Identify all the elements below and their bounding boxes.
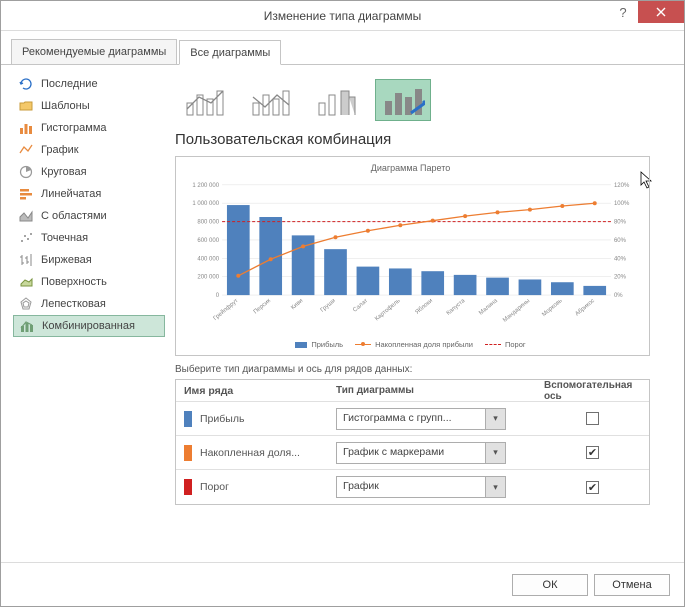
series-type-select[interactable]: График ▾ [336, 476, 506, 498]
svg-text:Грейпфрут: Грейпфрут [212, 297, 240, 322]
area-icon [19, 209, 33, 223]
scatter-icon [19, 231, 33, 245]
sidebar-item-bar[interactable]: Линейчатая [13, 183, 165, 205]
line-icon [19, 143, 33, 157]
chart-preview: Диаграмма Парето 0 200 000 400 000 600 000 8… [175, 156, 650, 356]
svg-text:Мандарины: Мандарины [502, 298, 531, 324]
plot-area: 0 200 000 400 000 600 000 800 000 1 000 000 1 … [180, 175, 641, 333]
series-swatch [184, 445, 192, 461]
sidebar-item-radar[interactable]: Лепестковая [13, 293, 165, 315]
tab-recommended[interactable]: Рекомендуемые диаграммы [11, 39, 177, 64]
svg-text:0%: 0% [614, 293, 623, 299]
svg-text:Киви: Киви [290, 298, 304, 311]
svg-text:200 000: 200 000 [197, 275, 219, 281]
chart-legend: Прибыль Накопленная доля прибыли Порог [180, 340, 641, 349]
dialog-footer: ОК Отмена [1, 562, 684, 606]
subtype-2[interactable] [243, 79, 299, 121]
chart-title: Диаграмма Парето [180, 163, 641, 173]
sidebar-item-pie[interactable]: Круговая [13, 161, 165, 183]
svg-text:Малина: Малина [478, 298, 499, 317]
series-swatch [184, 411, 192, 427]
header-type: Тип диаграммы [336, 385, 536, 396]
svg-text:60%: 60% [614, 238, 627, 244]
subtype-row [175, 73, 672, 129]
surface-icon [19, 275, 33, 289]
svg-text:Морковь: Морковь [541, 298, 563, 318]
folder-icon [19, 99, 33, 113]
svg-text:1 200 000: 1 200 000 [192, 183, 219, 189]
sidebar-item-column[interactable]: Гистограмма [13, 117, 165, 139]
svg-text:600 000: 600 000 [197, 238, 219, 244]
chart-category-sidebar: Последние Шаблоны Гистограмма График Кру… [13, 73, 165, 562]
series-row: Накопленная доля... График с маркерами ▾… [176, 436, 649, 470]
svg-text:Абрикос: Абрикос [574, 298, 596, 317]
recent-icon [19, 77, 33, 91]
sidebar-item-stock[interactable]: Биржевая [13, 249, 165, 271]
series-type-select[interactable]: График с маркерами ▾ [336, 442, 506, 464]
svg-text:40%: 40% [614, 256, 627, 262]
tab-strip: Рекомендуемые диаграммы Все диаграммы [1, 31, 684, 65]
svg-text:1 000 000: 1 000 000 [192, 201, 219, 207]
svg-text:Капуста: Капуста [446, 298, 467, 317]
subtype-custom[interactable] [375, 79, 431, 121]
sidebar-item-combo[interactable]: Комбинированная [13, 315, 165, 337]
svg-text:0: 0 [216, 293, 220, 299]
svg-text:20%: 20% [614, 275, 627, 281]
aux-axis-checkbox[interactable]: ✔ [586, 481, 599, 494]
column-icon [19, 121, 33, 135]
svg-text:Персик: Персик [253, 298, 272, 316]
series-swatch [184, 479, 192, 495]
svg-text:120%: 120% [614, 183, 630, 189]
subtype-1[interactable] [177, 79, 233, 121]
header-aux: Вспомогательная ось [536, 380, 649, 402]
chevron-down-icon[interactable]: ▾ [485, 477, 505, 497]
sidebar-item-line[interactable]: График [13, 139, 165, 161]
svg-text:80%: 80% [614, 220, 627, 226]
series-row: Порог График ▾ ✔ [176, 470, 649, 504]
window-title: Изменение типа диаграммы [1, 9, 684, 23]
series-name: Прибыль [176, 411, 336, 427]
sidebar-item-surface[interactable]: Поверхность [13, 271, 165, 293]
stock-icon [19, 253, 33, 267]
cancel-button[interactable]: Отмена [594, 574, 670, 596]
sidebar-item-area[interactable]: С областями [13, 205, 165, 227]
pie-icon [19, 165, 33, 179]
combo-icon [20, 319, 34, 333]
aux-axis-checkbox[interactable] [586, 412, 599, 425]
svg-text:Яблоки: Яблоки [415, 298, 434, 316]
svg-text:Картофель: Картофель [374, 298, 401, 322]
svg-text:100%: 100% [614, 201, 630, 207]
series-grid: Имя ряда Тип диаграммы Вспомогательная о… [175, 379, 650, 505]
sidebar-item-recent[interactable]: Последние [13, 73, 165, 95]
sidebar-item-templates[interactable]: Шаблоны [13, 95, 165, 117]
aux-axis-checkbox[interactable]: ✔ [586, 446, 599, 459]
chevron-down-icon[interactable]: ▾ [485, 409, 505, 429]
svg-text:Салат: Салат [352, 298, 369, 314]
bar-icon [19, 187, 33, 201]
sidebar-item-scatter[interactable]: Точечная [13, 227, 165, 249]
section-title: Пользовательская комбинация [175, 129, 672, 156]
svg-text:800 000: 800 000 [197, 220, 219, 226]
help-button[interactable]: ? [608, 1, 638, 23]
svg-text:Груши: Груши [320, 298, 337, 314]
subtype-3[interactable] [309, 79, 365, 121]
ok-button[interactable]: ОК [512, 574, 588, 596]
series-row: Прибыль Гистограмма с групп... ▾ [176, 402, 649, 436]
svg-text:400 000: 400 000 [197, 256, 219, 262]
close-button[interactable] [638, 1, 684, 23]
change-chart-type-dialog: Изменение типа диаграммы ? Рекомендуемые… [0, 0, 685, 607]
series-name: Порог [176, 479, 336, 495]
series-grid-label: Выберите тип диаграммы и ось для рядов д… [175, 356, 672, 379]
header-name: Имя ряда [176, 385, 336, 397]
radar-icon [19, 297, 33, 311]
chevron-down-icon[interactable]: ▾ [485, 443, 505, 463]
titlebar: Изменение типа диаграммы ? [1, 1, 684, 31]
tab-all-charts[interactable]: Все диаграммы [179, 40, 281, 65]
series-type-select[interactable]: Гистограмма с групп... ▾ [336, 408, 506, 430]
series-name: Накопленная доля... [176, 445, 336, 461]
